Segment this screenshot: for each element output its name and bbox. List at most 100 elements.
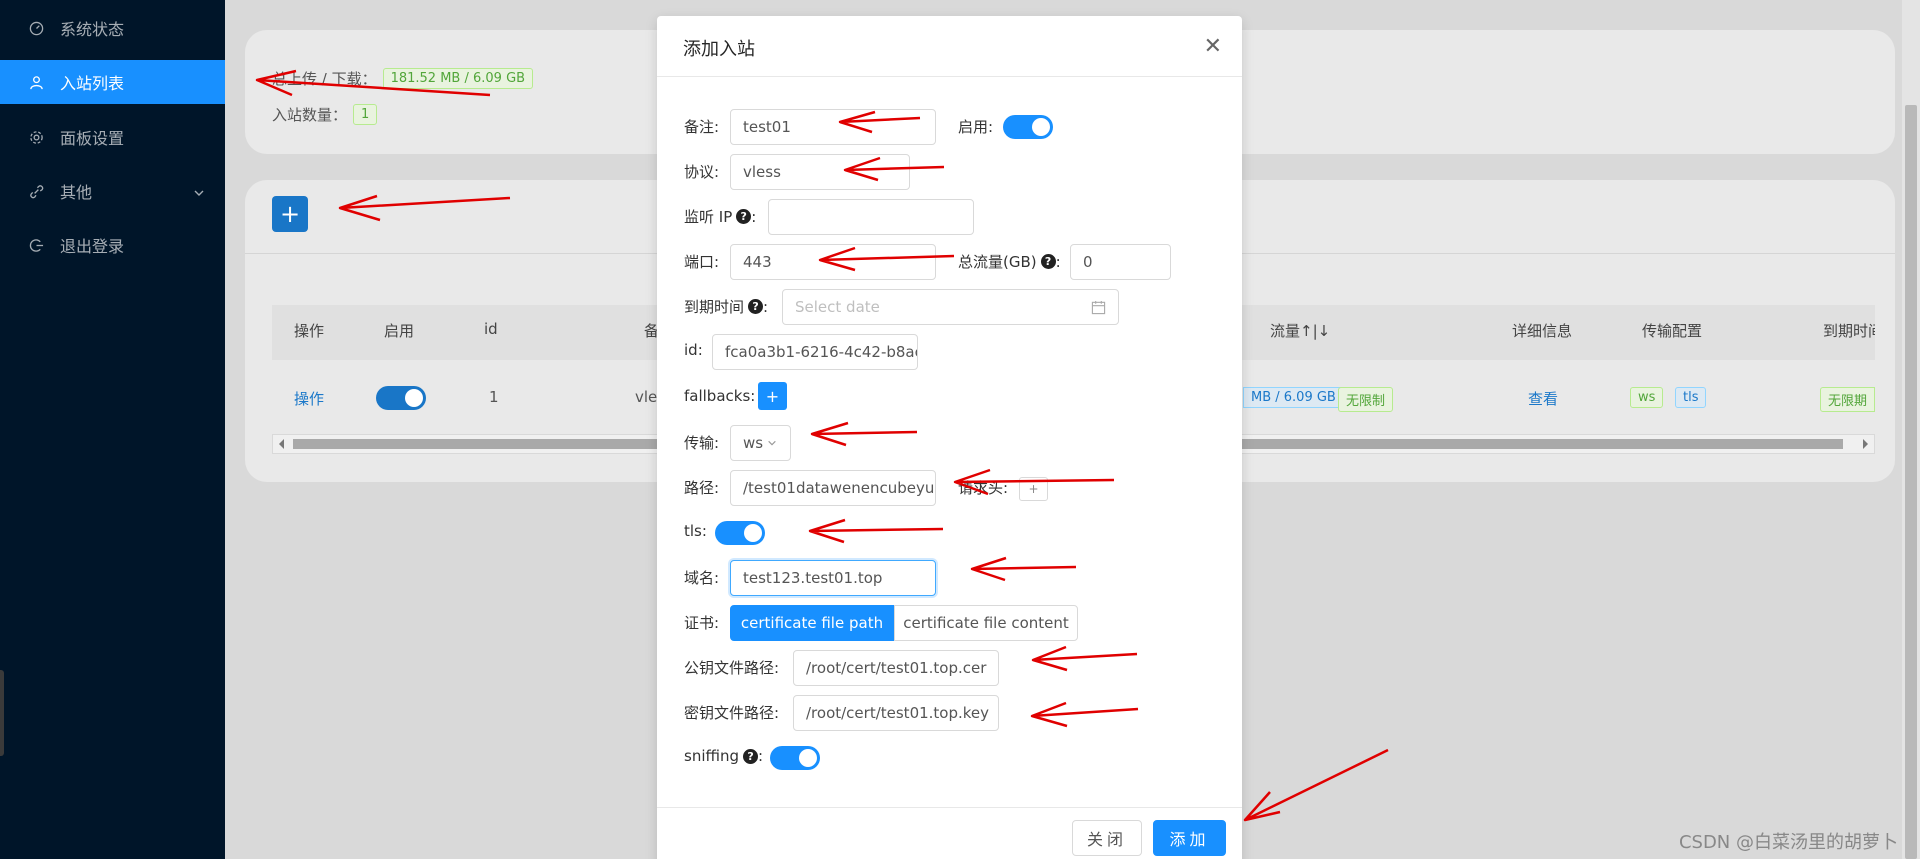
add-button[interactable]: 添加 bbox=[1153, 820, 1226, 856]
th-expiry: 到期时间 bbox=[1823, 322, 1875, 340]
domain-input[interactable]: test123.test01.top bbox=[730, 560, 936, 596]
question-icon[interactable]: ? bbox=[1040, 254, 1056, 269]
transport-select[interactable]: ws bbox=[730, 425, 791, 461]
expiry-date-placeholder: Select date bbox=[795, 298, 880, 316]
row-id: 1 bbox=[489, 388, 499, 406]
logout-icon bbox=[28, 237, 44, 253]
tls-switch[interactable] bbox=[715, 521, 765, 545]
fallbacks-label: fallbacks: bbox=[684, 387, 756, 405]
sidebar-item-inbound-list[interactable]: 入站列表 bbox=[0, 60, 225, 104]
sniffing-switch[interactable] bbox=[770, 746, 820, 770]
domain-label: 域名: bbox=[684, 569, 720, 587]
sidebar-item-system-status[interactable]: 系统状态 bbox=[0, 6, 225, 50]
sniffing-label: sniffing?: bbox=[684, 747, 763, 765]
question-icon[interactable]: ? bbox=[748, 299, 764, 314]
row-expiry-badge: 无限期 bbox=[1820, 387, 1875, 412]
scroll-left-icon[interactable] bbox=[278, 439, 286, 449]
total-traffic-label-text: 总流量(GB) bbox=[958, 253, 1037, 271]
row-ops-link[interactable]: 操作 bbox=[294, 388, 324, 409]
total-traffic-label-colon: : bbox=[1055, 252, 1061, 271]
request-header-label: 请求头: bbox=[958, 479, 1009, 497]
total-traffic-label: 总流量(GB)?: bbox=[958, 251, 1061, 272]
cert-label: 证书: bbox=[684, 614, 720, 632]
th-enable: 启用 bbox=[384, 322, 415, 340]
row-traffic-limit-badge: 无限制 bbox=[1338, 387, 1394, 412]
port-input[interactable]: 443 bbox=[730, 244, 936, 280]
id-label: id: bbox=[684, 341, 703, 359]
sidebar-item-label: 其他 bbox=[60, 183, 93, 202]
path-label: 路径: bbox=[684, 479, 720, 497]
row-transport-ws-badge: ws bbox=[1630, 387, 1664, 408]
calendar-icon bbox=[1091, 300, 1106, 315]
upload-download-badge: 181.52 MB / 6.09 GB bbox=[382, 68, 534, 89]
sidebar-item-label: 系统状态 bbox=[60, 20, 125, 39]
user-icon bbox=[28, 74, 44, 90]
sidebar-item-logout[interactable]: 退出登录 bbox=[0, 223, 225, 267]
enable-switch[interactable] bbox=[1003, 115, 1053, 139]
enable-label: 启用: bbox=[958, 118, 994, 136]
modal-footer: 关闭 添加 bbox=[657, 807, 1242, 859]
row-traffic-badge: MB / 6.09 GB bbox=[1243, 387, 1344, 408]
listen-ip-label-colon: : bbox=[751, 207, 757, 226]
cert-option-file-content[interactable]: certificate file content bbox=[894, 605, 1078, 641]
dashboard-icon bbox=[28, 20, 44, 36]
transport-label: 传输: bbox=[684, 434, 720, 452]
upload-download-stat: 总上传 / 下载： 181.52 MB / 6.09 GB bbox=[272, 68, 534, 89]
cert-option-file-path[interactable]: certificate file path bbox=[730, 605, 894, 641]
path-input[interactable]: /test01datawenencubeyu bbox=[730, 470, 936, 506]
protocol-select[interactable]: vless bbox=[730, 154, 910, 190]
sidebar-item-label: 入站列表 bbox=[60, 74, 125, 93]
sniffing-label-text: sniffing bbox=[684, 747, 740, 765]
sidebar-resize-handle[interactable] bbox=[0, 670, 4, 756]
tls-label: tls: bbox=[684, 522, 707, 540]
listen-ip-input[interactable] bbox=[768, 199, 974, 235]
add-inbound-modal: 添加入站 ✕ 备注: test01 启用: 协议: vless 监听 IP?: … bbox=[657, 16, 1242, 859]
inbound-count-stat: 入站数量： 1 bbox=[272, 104, 378, 125]
total-traffic-input[interactable]: 0 bbox=[1070, 244, 1171, 280]
private-key-path-input[interactable]: /root/cert/test01.top.key bbox=[793, 695, 999, 731]
listen-ip-label: 监听 IP?: bbox=[684, 206, 756, 227]
question-icon[interactable]: ? bbox=[736, 209, 752, 224]
sidebar-item-panel-settings[interactable]: 面板设置 bbox=[0, 115, 225, 159]
transport-select-value: ws bbox=[743, 434, 764, 452]
page-vertical-scrollbar[interactable] bbox=[1902, 0, 1920, 859]
protocol-label: 协议: bbox=[684, 163, 720, 181]
inbound-count-badge: 1 bbox=[353, 104, 378, 125]
id-input[interactable]: fca0a3b1-6216-4c42-b8ac bbox=[712, 334, 918, 370]
chevron-down-icon bbox=[193, 184, 205, 203]
sidebar-item-other[interactable]: 其他 bbox=[0, 169, 225, 213]
sniffing-label-colon: : bbox=[758, 747, 764, 765]
th-transport: 传输配置 bbox=[1642, 322, 1703, 340]
sidebar-item-label: 面板设置 bbox=[60, 129, 125, 148]
public-key-label: 公钥文件路径: bbox=[684, 659, 780, 677]
question-icon[interactable]: ? bbox=[743, 748, 759, 764]
inbound-count-label: 入站数量： bbox=[272, 106, 348, 124]
link-icon bbox=[28, 183, 44, 199]
remark-input[interactable]: test01 bbox=[730, 109, 936, 145]
expiry-date-picker[interactable]: Select date bbox=[782, 289, 1119, 325]
modal-header: 添加入站 ✕ bbox=[657, 16, 1242, 77]
gear-icon bbox=[28, 129, 44, 145]
row-remark: vle bbox=[635, 388, 658, 406]
expiry-label-text: 到期时间 bbox=[684, 298, 745, 316]
modal-title: 添加入站 bbox=[683, 39, 755, 60]
public-key-path-input[interactable]: /root/cert/test01.top.cer bbox=[793, 650, 999, 686]
sidebar: 系统状态 入站列表 面板设置 其他 退出登录 bbox=[0, 0, 225, 859]
row-transport-tls-badge: tls bbox=[1675, 387, 1707, 408]
close-icon[interactable]: ✕ bbox=[1204, 34, 1222, 59]
add-fallback-button[interactable]: + bbox=[758, 382, 787, 410]
close-button[interactable]: 关闭 bbox=[1072, 820, 1142, 856]
expiry-label: 到期时间?: bbox=[684, 296, 768, 317]
upload-download-label: 总上传 / 下载： bbox=[272, 70, 377, 88]
th-id: id bbox=[484, 320, 498, 338]
vertical-scrollbar-thumb[interactable] bbox=[1905, 105, 1917, 859]
row-enable-toggle[interactable] bbox=[376, 386, 426, 410]
private-key-label: 密钥文件路径: bbox=[684, 704, 780, 722]
scroll-right-icon[interactable] bbox=[1861, 439, 1869, 449]
add-inbound-button[interactable]: + bbox=[272, 196, 308, 232]
remark-label: 备注: bbox=[684, 118, 720, 136]
row-detail-link[interactable]: 查看 bbox=[1528, 388, 1558, 409]
add-header-button[interactable]: + bbox=[1019, 477, 1048, 501]
th-traffic[interactable]: 流量↑|↓ bbox=[1270, 320, 1330, 341]
th-ops: 操作 bbox=[294, 322, 325, 340]
